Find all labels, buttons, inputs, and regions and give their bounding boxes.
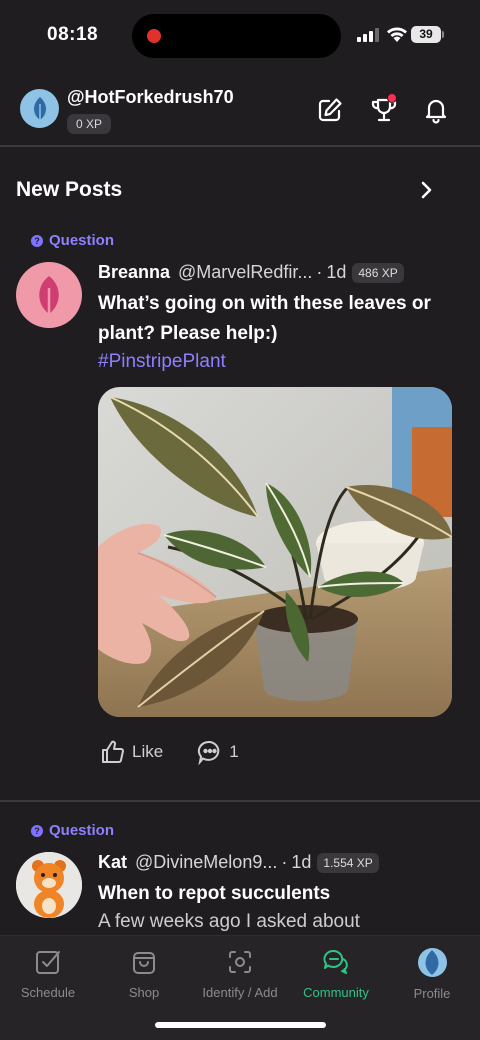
dynamic-island [132, 14, 341, 58]
leaf-icon [425, 949, 439, 975]
author-avatar[interactable] [16, 852, 82, 918]
thumbs-up-icon [102, 740, 124, 763]
avatar-icon [417, 948, 447, 977]
divider [0, 145, 480, 147]
author-xp-badge: 1.554 XP [317, 852, 379, 873]
author-name[interactable]: Breanna [98, 262, 170, 283]
comment-count: 1 [229, 742, 239, 761]
tab-label: Profile [413, 986, 451, 1001]
author-xp-badge: 486 XP [352, 262, 404, 283]
post-tag-label: Question [49, 822, 115, 839]
teddy-bear-avatar [16, 852, 82, 918]
post-age: 1d [326, 262, 347, 282]
post-hashtag[interactable]: #PinstripePlant [98, 351, 226, 373]
tab-label: Community [303, 985, 369, 1000]
author-handle[interactable]: @DivineMelon9... [135, 852, 277, 873]
shopping-bag-icon [133, 952, 155, 974]
plant-photo [98, 387, 452, 717]
tab-community[interactable]: Community [288, 948, 384, 1000]
author-name[interactable]: Kat [98, 852, 127, 873]
tab-label: Identify / Add [202, 985, 278, 1000]
question-icon: ? [31, 824, 43, 837]
post-title[interactable]: When to repot succulents [98, 879, 443, 909]
divider [0, 800, 480, 802]
tab-shop[interactable]: Shop [96, 948, 192, 1000]
username: @HotForkedrush70 [67, 87, 234, 107]
trophy-button[interactable] [370, 93, 398, 124]
scan-icon [229, 951, 251, 973]
status-bar: 08:18 39 [0, 0, 480, 72]
post-tag: ? Question [31, 822, 114, 839]
home-indicator[interactable] [155, 1022, 326, 1028]
comment-icon [198, 740, 220, 765]
leaf-icon [39, 276, 59, 316]
compose-icon[interactable] [316, 96, 344, 124]
chevron-right-icon[interactable] [415, 178, 437, 202]
tab-label: Shop [128, 985, 160, 1000]
post-meta: Kat @DivineMelon9... · 1d 1.554 XP [98, 852, 379, 873]
author-avatar[interactable] [16, 262, 82, 328]
post-image[interactable] [98, 387, 452, 717]
post-age: 1d [291, 852, 312, 872]
author-handle[interactable]: @MarvelRedfir... [178, 262, 312, 283]
battery-icon: 39 [411, 26, 444, 43]
xp-badge: 0 XP [67, 114, 112, 134]
tab-profile[interactable]: Profile [384, 948, 480, 1001]
wifi-icon [387, 27, 407, 42]
cellular-signal-icon [357, 28, 379, 42]
tab-schedule[interactable]: Schedule [0, 948, 96, 1000]
post-tag-label: Question [49, 232, 115, 249]
post-meta: Breanna @MarvelRedfir... · 1d 486 XP [98, 262, 404, 283]
user-avatar[interactable] [20, 89, 59, 128]
comment-button[interactable]: 1 [197, 739, 239, 765]
separator: · [316, 262, 323, 282]
post-snippet[interactable]: A few weeks ago I asked about [98, 911, 360, 933]
post-title[interactable]: What’s going on with these leaves or pla… [98, 289, 443, 349]
bell-icon[interactable] [422, 96, 450, 124]
section-title: New Posts [16, 178, 123, 201]
leaf-icon [33, 96, 46, 121]
notification-dot [387, 93, 397, 103]
tab-label: Schedule [20, 985, 76, 1000]
recording-indicator-icon [147, 29, 161, 43]
status-time: 08:18 [47, 24, 99, 45]
checkbox-icon [36, 951, 60, 974]
tab-identify-add[interactable]: Identify / Add [192, 948, 288, 1000]
like-button[interactable]: Like [100, 739, 163, 765]
question-icon: ? [31, 234, 43, 247]
separator: · [281, 852, 288, 872]
app-header: @HotForkedrush70 0 XP [0, 72, 480, 146]
post-actions: Like 1 [100, 738, 239, 766]
chat-bubbles-icon [323, 950, 348, 974]
like-label: Like [132, 742, 164, 761]
battery-level: 39 [411, 26, 441, 43]
post-tag: ? Question [31, 232, 114, 249]
